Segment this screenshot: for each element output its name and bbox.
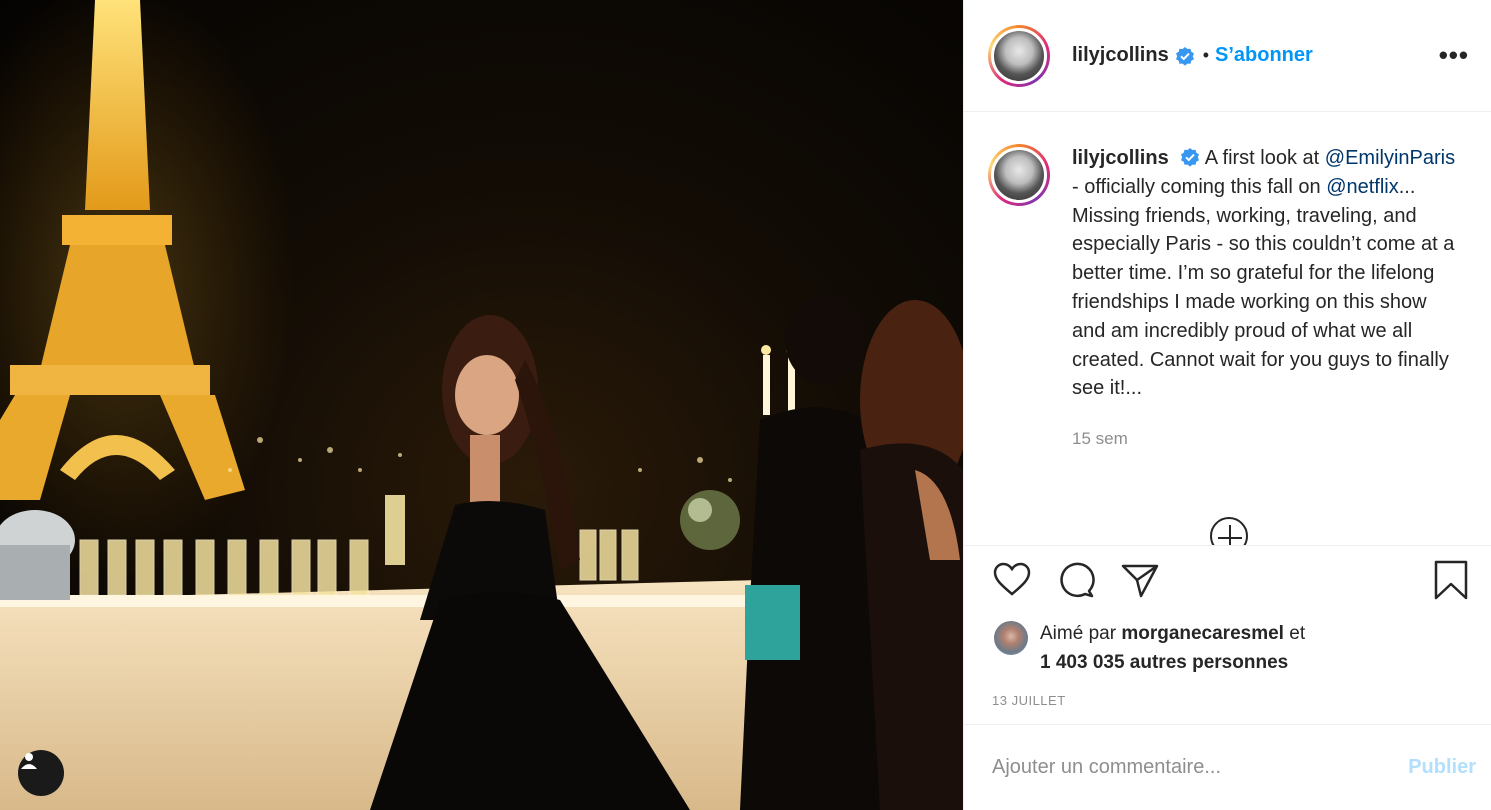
caption-row: lilyjcollins A first look at @EmilyinPar…: [988, 144, 1467, 403]
comment-input[interactable]: [992, 756, 1409, 779]
heart-icon: [993, 562, 1031, 596]
share-icon: [1121, 564, 1159, 597]
comment-button[interactable]: [1054, 558, 1098, 602]
post-photo[interactable]: [0, 0, 963, 810]
liker-username[interactable]: morganecaresmel: [1121, 623, 1284, 644]
like-button[interactable]: [990, 558, 1034, 602]
user-tag-icon: [21, 753, 37, 769]
header-separator: •: [1202, 45, 1210, 65]
user-tag-button[interactable]: [18, 750, 64, 796]
instagram-post: lilyjcollins • S’abonner ••• lilyjcollin…: [0, 0, 1491, 810]
header-username[interactable]: lilyjcollins: [1072, 44, 1169, 67]
avatar[interactable]: [988, 24, 1050, 87]
likes-text: Aimé par morganecaresmel et 1 403 035 au…: [1040, 619, 1305, 677]
bookmark-icon: [1434, 560, 1468, 599]
caption-username[interactable]: lilyjcollins: [1072, 147, 1169, 169]
avatar-image: [991, 27, 1047, 84]
likes-suffix: et: [1283, 623, 1306, 644]
photo-scene: [0, 0, 963, 810]
mention-netflix[interactable]: @netflix: [1326, 176, 1399, 198]
save-button[interactable]: [1429, 558, 1473, 602]
likes-summary: Aimé par morganecaresmel et 1 403 035 au…: [964, 613, 1491, 677]
caption-part-3: ... Missing friends, working, traveling,…: [1072, 175, 1455, 400]
publish-button[interactable]: Publier: [1408, 756, 1476, 779]
caption-text: lilyjcollins A first look at @EmilyinPar…: [1072, 144, 1456, 403]
caption-part-1: A first look at: [1204, 147, 1325, 169]
caption-part-2: - officially coming this fall on: [1072, 175, 1327, 198]
verified-badge-icon: [1175, 46, 1194, 66]
liker-avatar[interactable]: [994, 621, 1028, 655]
comment-icon: [1060, 562, 1095, 597]
comments-area: lilyjcollins A first look at @EmilyinPar…: [964, 112, 1491, 545]
post-sidebar: lilyjcollins • S’abonner ••• lilyjcollin…: [963, 0, 1491, 810]
follow-button[interactable]: S’abonner: [1215, 44, 1313, 67]
caption-avatar[interactable]: [988, 144, 1050, 206]
share-button[interactable]: [1118, 558, 1162, 602]
more-options-icon[interactable]: •••: [1439, 40, 1469, 71]
post-header: lilyjcollins • S’abonner •••: [964, 0, 1491, 112]
action-bar: [964, 545, 1491, 613]
caption-avatar-image: [991, 147, 1047, 203]
likes-prefix: Aimé par: [1040, 623, 1122, 644]
likes-count[interactable]: 1 403 035 autres personnes: [1040, 652, 1288, 673]
comment-composer: Publier: [964, 724, 1491, 810]
mention-emilyinparis[interactable]: @EmilyinParis: [1325, 147, 1455, 169]
post-date[interactable]: 13 JUILLET: [964, 677, 1491, 708]
load-more-icon[interactable]: [1210, 517, 1248, 545]
caption-time[interactable]: 15 sem: [1072, 429, 1467, 449]
verified-badge-icon: [1181, 148, 1200, 167]
